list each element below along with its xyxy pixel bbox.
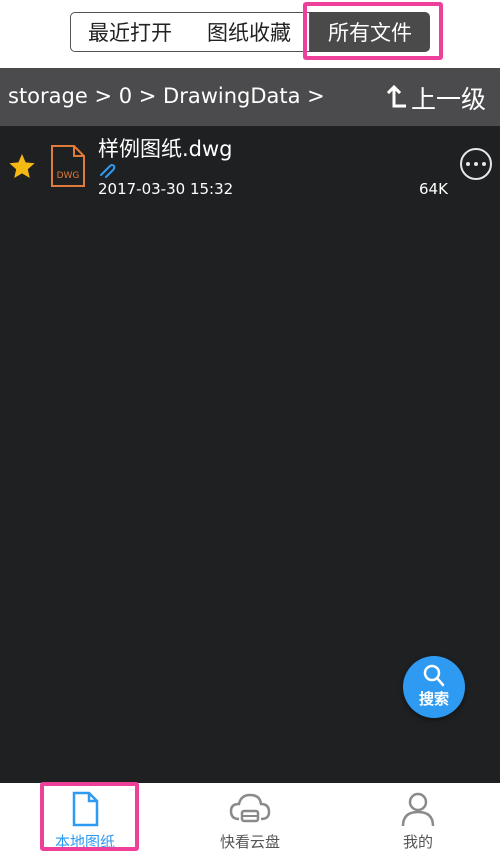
- up-arrow-icon: [386, 85, 406, 108]
- file-list-item[interactable]: DWG 样例图纸.dwg 2017-03-30 15:32 64K: [0, 126, 500, 204]
- tab-recent[interactable]: 最近打开: [70, 12, 190, 52]
- tab-favorites[interactable]: 图纸收藏: [189, 12, 310, 52]
- paperclip-icon: [100, 164, 116, 178]
- file-date: 2017-03-30 15:32: [98, 180, 234, 198]
- search-icon: [423, 664, 445, 687]
- breadcrumb[interactable]: storage > 0 > DrawingData >: [8, 84, 325, 108]
- file-name: 样例图纸.dwg: [98, 137, 233, 161]
- more-dot-icon: [474, 162, 478, 166]
- nav-label: 我的: [402, 833, 433, 851]
- nav-cloud-drive[interactable]: 快看云盘: [190, 783, 310, 853]
- highlight-box-all-files: [303, 2, 443, 60]
- top-tab-bar: 最近打开 图纸收藏 所有文件: [0, 0, 500, 68]
- star-icon[interactable]: [8, 153, 36, 179]
- more-dot-icon: [466, 162, 470, 166]
- file-size: 64K: [419, 180, 448, 198]
- search-button[interactable]: 搜索: [403, 656, 465, 718]
- more-dot-icon: [482, 162, 486, 166]
- file-type-badge: DWG: [57, 171, 80, 181]
- person-icon: [401, 792, 435, 827]
- more-options-button[interactable]: [460, 148, 492, 180]
- up-level-label: 上一级: [410, 85, 486, 114]
- nav-label: 快看云盘: [219, 833, 280, 851]
- search-label: 搜索: [418, 690, 449, 708]
- dwg-file-icon: DWG: [51, 145, 85, 187]
- nav-mine[interactable]: 我的: [358, 783, 478, 853]
- path-bar: storage > 0 > DrawingData > 上一级: [0, 68, 500, 126]
- highlight-box-local-drawings: [40, 782, 139, 851]
- cloud-drive-icon: [229, 793, 271, 823]
- up-level-button[interactable]: 上一级: [385, 80, 486, 116]
